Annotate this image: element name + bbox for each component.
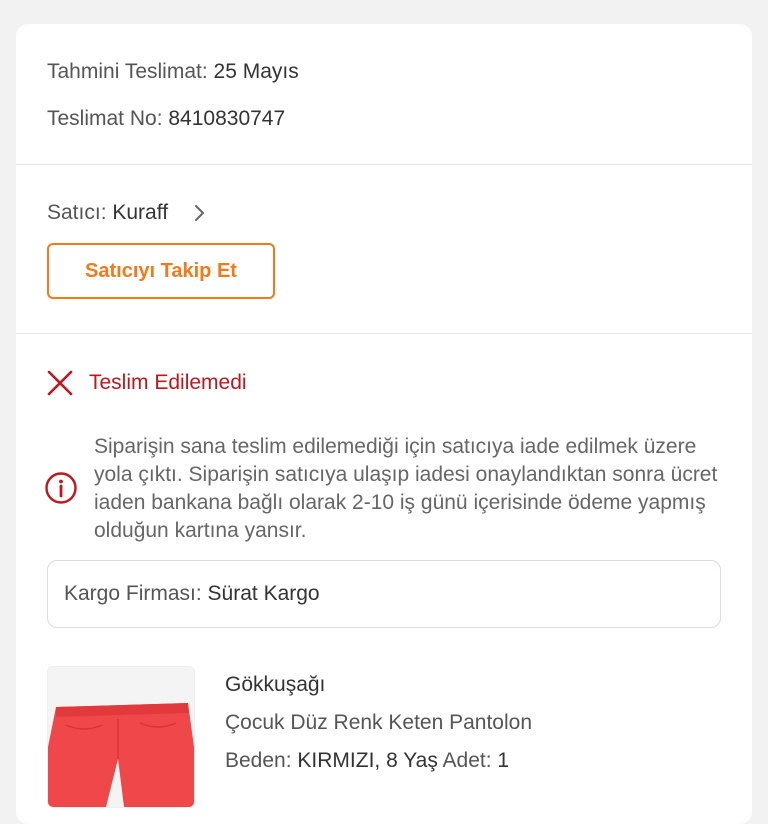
delivery-number-value: 8410830747 xyxy=(168,107,286,130)
cargo-company-box: Kargo Firması: Sürat Kargo xyxy=(47,560,721,628)
product-variant: Beden: KIRMIZI, 8 Yaş Adet: 1 xyxy=(225,748,509,774)
estimated-delivery-row: Tahmini Teslimat: 25 Mayıs xyxy=(47,59,299,85)
seller-name: Kuraff xyxy=(112,201,169,224)
quantity-value: 1 xyxy=(497,749,510,772)
seller-label: Satıcı: xyxy=(47,201,107,224)
delivery-number-label: Teslimat No: xyxy=(47,107,163,130)
info-circle-icon xyxy=(45,472,77,504)
seller-link[interactable]: Satıcı: Kuraff xyxy=(47,200,168,226)
product-brand: Gökkuşağı xyxy=(225,673,326,696)
order-detail-card: Tahmini Teslimat: 25 Mayıs Teslimat No: … xyxy=(16,24,752,824)
product-image[interactable] xyxy=(47,666,195,808)
product-image-graphic xyxy=(48,667,194,807)
close-icon xyxy=(47,370,73,396)
quantity-label: Adet: xyxy=(442,749,492,772)
estimated-delivery-label: Tahmini Teslimat: xyxy=(47,60,208,83)
product-name[interactable]: Çocuk Düz Renk Keten Pantolon xyxy=(225,710,532,736)
delivery-number-row: Teslimat No: 8410830747 xyxy=(47,106,285,132)
section-divider xyxy=(16,164,752,165)
return-info-text: Siparişin sana teslim edilemediği için s… xyxy=(94,435,718,542)
size-label: Beden: xyxy=(225,749,292,772)
cargo-company-label: Kargo Firması: xyxy=(64,582,202,605)
section-divider xyxy=(16,333,752,334)
chevron-right-icon[interactable] xyxy=(192,202,208,224)
follow-seller-button[interactable]: Satıcıyı Takip Et xyxy=(47,243,275,299)
size-value: KIRMIZI, 8 Yaş xyxy=(297,749,438,772)
cargo-company-value: Sürat Kargo xyxy=(207,582,320,605)
estimated-delivery-value: 25 Mayıs xyxy=(213,60,299,83)
delivery-status-text: Teslim Edilemedi xyxy=(89,371,247,394)
